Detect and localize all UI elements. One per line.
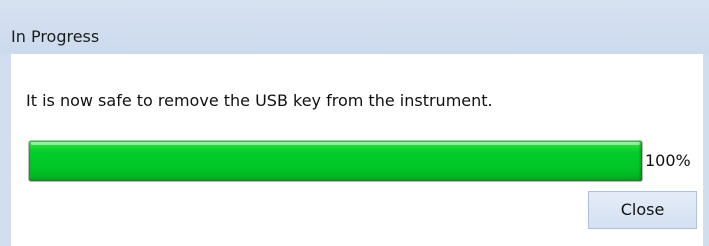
close-button[interactable]: Close xyxy=(588,191,697,229)
progress-percent-label: 100% xyxy=(645,151,691,170)
window-frame-right xyxy=(703,54,709,246)
dialog-content: It is now safe to remove the USB key fro… xyxy=(11,54,703,246)
progress-bar-fill xyxy=(29,141,642,181)
status-message: It is now safe to remove the USB key fro… xyxy=(26,91,493,110)
progress-dialog: In Progress It is now safe to remove the… xyxy=(0,0,709,246)
dialog-title: In Progress xyxy=(11,27,100,46)
progress-bar xyxy=(28,140,643,182)
window-frame-left xyxy=(0,54,11,246)
title-bar: In Progress xyxy=(0,0,709,54)
